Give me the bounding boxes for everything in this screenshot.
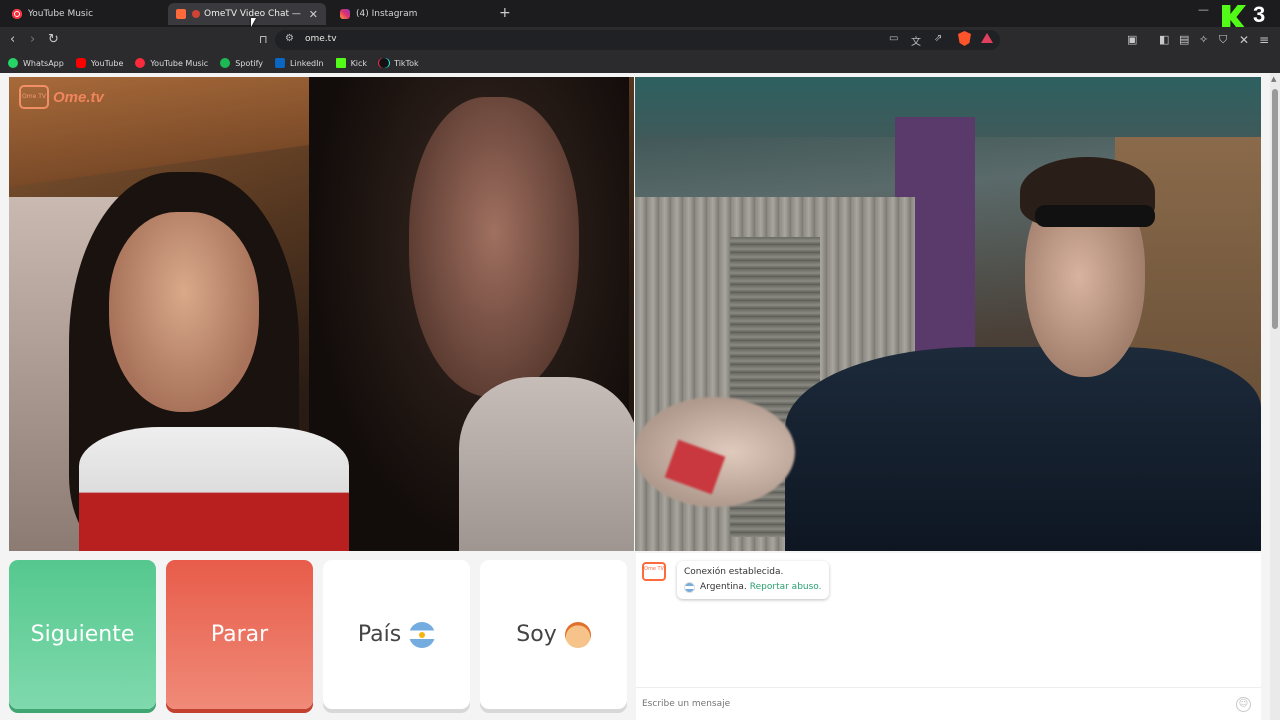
gender-button[interactable]: Soy	[480, 560, 627, 709]
ometv-logo-icon: Ome TV	[19, 85, 49, 109]
video-scene	[785, 347, 1261, 551]
vpn-icon[interactable]: ⛉	[1219, 32, 1227, 48]
bookmark-label: YouTube Music	[150, 58, 209, 68]
youtube-music-icon	[12, 9, 22, 19]
self-video	[635, 77, 1261, 551]
video-scene	[79, 427, 349, 551]
bookmark-label: Kick	[350, 58, 368, 68]
bookmarks-bar: WhatsApp YouTube YouTube Music Spotify L…	[0, 53, 1280, 73]
chat-panel: Ome TV Conexión establecida. Argentina. …	[636, 553, 1261, 720]
brave-rewards-icon[interactable]	[981, 33, 993, 43]
video-scene	[409, 97, 579, 397]
argentina-flag-icon	[409, 621, 436, 648]
extension-x-icon[interactable]: ✕	[1239, 32, 1249, 48]
back-icon[interactable]: ‹	[10, 32, 15, 48]
cast-icon[interactable]: ▣	[1127, 32, 1137, 48]
ometv-logo-text: Ome.tv	[53, 88, 104, 106]
video-scene	[459, 377, 634, 551]
reload-icon[interactable]: ↻	[48, 32, 59, 48]
bookmark-youtube-music[interactable]: YouTube Music	[135, 58, 208, 68]
emoji-icon[interactable]: ☺	[1236, 697, 1251, 712]
next-button-label: Siguiente	[30, 622, 135, 647]
bookmark-label: TikTok	[394, 58, 419, 68]
browser-toolbar: ‹ › ↻ ⊓ ⚙ ome.tv ▭ 文 ⇗ ▣ ◧ ▤ ✧ ⛉ ✕ ≡	[0, 27, 1280, 53]
stranger-video: Ome TV Ome.tv	[9, 77, 634, 551]
menu-icon[interactable]: ≡	[1259, 32, 1269, 48]
report-abuse-link[interactable]: Reportar abuso.	[750, 580, 822, 595]
tiktok-icon	[379, 58, 390, 68]
wallet-icon[interactable]: ▤	[1179, 32, 1189, 48]
kick-icon	[335, 58, 346, 68]
bookmark-whatsapp[interactable]: WhatsApp	[8, 58, 64, 68]
bookmark-spotify[interactable]: Spotify	[220, 58, 263, 68]
instagram-icon	[340, 9, 350, 19]
bookmark-kick[interactable]: Kick	[335, 58, 368, 68]
stop-button[interactable]: Parar	[166, 560, 313, 709]
leo-ai-icon[interactable]: ✧	[1199, 32, 1208, 48]
bookmark-icon[interactable]: ⊓	[259, 32, 268, 48]
video-scene	[109, 212, 259, 412]
ometv-icon	[176, 9, 186, 19]
site-settings-icon[interactable]: ⚙	[285, 33, 294, 44]
bookmark-label: YouTube	[90, 58, 124, 68]
kick-count: 3	[1253, 2, 1266, 27]
tab-instagram[interactable]: (4) Instagram	[332, 3, 492, 25]
sidebar-icon[interactable]: ◧	[1159, 32, 1169, 48]
screen-share-icon[interactable]: ▭	[889, 33, 898, 44]
linkedin-icon	[275, 58, 286, 68]
forward-icon[interactable]: ›	[30, 32, 35, 48]
stranger-country: Argentina.	[700, 582, 747, 592]
system-message: Conexión establecida. Argentina. Reporta…	[677, 561, 829, 599]
bookmark-label: LinkedIn	[290, 58, 324, 68]
message-input[interactable]	[642, 696, 1222, 712]
translate-icon[interactable]: 文	[911, 33, 921, 48]
close-tab-icon[interactable]: ✕	[309, 8, 318, 21]
gender-button-label: Soy	[516, 622, 557, 647]
ometv-chat-logo-icon: Ome TV	[642, 562, 666, 581]
spotify-icon	[220, 58, 231, 68]
tab-youtube-music[interactable]: YouTube Music	[4, 3, 166, 25]
next-button[interactable]: Siguiente	[9, 560, 156, 709]
new-tab-icon[interactable]: +	[499, 5, 511, 21]
country-button-label: País	[357, 622, 402, 647]
mouse-cursor-icon	[251, 18, 256, 27]
video-scene	[1035, 205, 1155, 227]
whatsapp-icon	[8, 58, 18, 68]
boy-emoji-icon	[564, 621, 591, 648]
minimize-icon[interactable]: —	[1198, 3, 1209, 16]
bookmark-linkedin[interactable]: LinkedIn	[275, 58, 324, 68]
tab-label: YouTube Music	[28, 9, 94, 19]
address-bar[interactable]: ⚙ ome.tv ▭ 文 ⇗	[275, 30, 1000, 50]
kick-logo-icon	[1222, 5, 1246, 29]
recording-icon	[192, 10, 200, 18]
bookmark-label: Spotify	[235, 58, 264, 68]
youtube-music-icon	[135, 58, 146, 68]
scroll-up-icon[interactable]: ▲	[1271, 75, 1276, 83]
url-text[interactable]: ome.tv	[305, 34, 337, 44]
scrollbar-thumb[interactable]	[1272, 89, 1278, 329]
share-icon[interactable]: ⇗	[934, 33, 942, 44]
ometv-page: Ome TV Ome.tv Siguiente Parar País Soy O…	[0, 73, 1270, 720]
youtube-icon	[75, 58, 86, 68]
bookmark-tiktok[interactable]: TikTok	[379, 58, 419, 68]
tab-ometv[interactable]: OmeTV Video Chat — Omegle ✕	[168, 3, 326, 25]
page-scrollbar[interactable]: ▲	[1270, 73, 1280, 720]
country-button[interactable]: País	[323, 560, 470, 709]
tab-label: (4) Instagram	[356, 9, 418, 19]
argentina-flag-icon	[684, 582, 695, 593]
tab-strip: YouTube Music OmeTV Video Chat — Omegle …	[0, 0, 1280, 29]
ometv-watermark: Ome TV Ome.tv	[19, 85, 104, 109]
connection-status: Conexión establecida.	[684, 567, 784, 577]
message-composer: ☺	[636, 687, 1261, 720]
bookmark-label: WhatsApp	[23, 58, 64, 68]
bookmark-youtube[interactable]: YouTube	[75, 58, 124, 68]
stop-button-label: Parar	[210, 622, 269, 647]
